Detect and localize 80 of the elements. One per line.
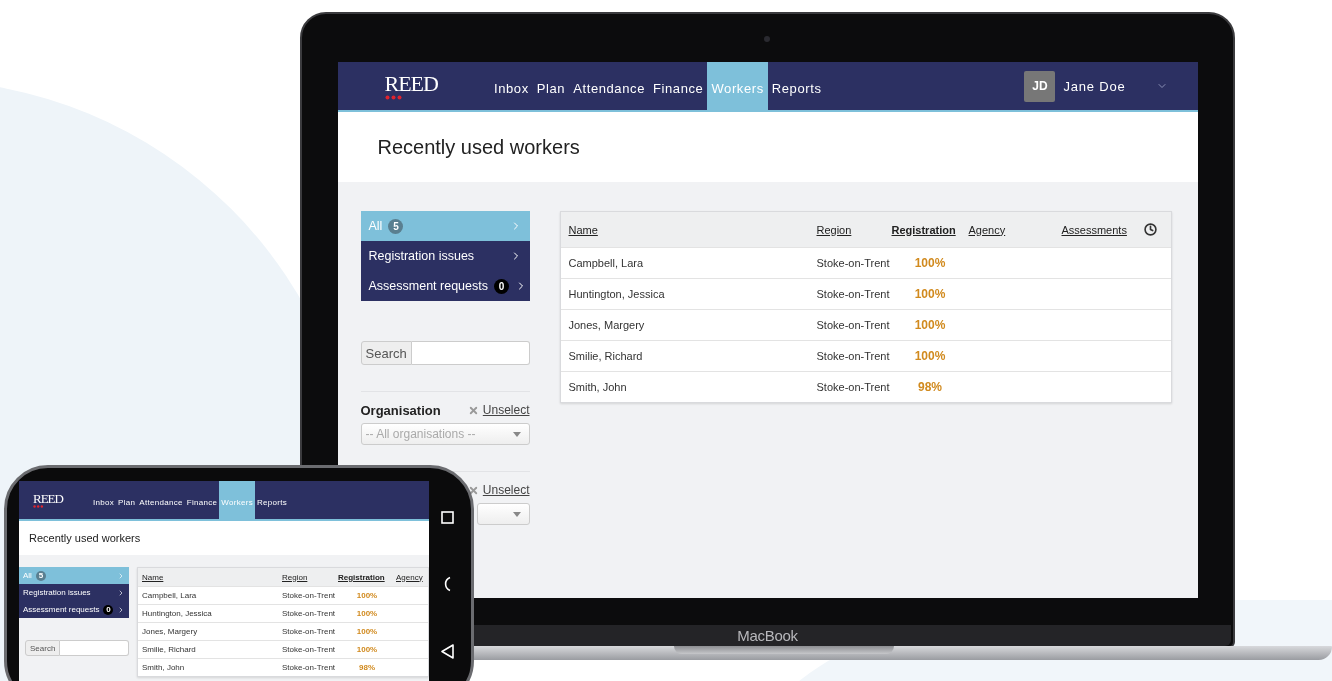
table-cell-text: Stoke-on-Trent: [816, 288, 891, 300]
registration-percentage: 100%: [914, 256, 946, 270]
nav-tab[interactable]: Finance: [184, 481, 220, 519]
column-header[interactable]: Name: [568, 223, 598, 236]
search-label: Search: [360, 341, 412, 365]
table-cell-text: Stoke-on-Trent: [816, 257, 891, 269]
nav-tab[interactable]: Reports: [255, 481, 290, 519]
table-cell-text: Stoke-on-Trent: [816, 381, 891, 393]
column-header[interactable]: Name: [142, 572, 164, 582]
laptop-brand-label: MacBook: [737, 627, 798, 644]
column-header[interactable]: Agency: [396, 572, 423, 582]
registration-percentage: 98%: [359, 663, 375, 672]
table-cell-text: Smilie, Richard: [568, 350, 644, 362]
column-header[interactable]: Registration: [891, 223, 956, 236]
count-badge: 5: [35, 570, 46, 581]
unselect-link[interactable]: Unselect: [482, 483, 530, 497]
table-cell-text: Smilie, Richard: [142, 645, 197, 654]
search-field[interactable]: [60, 640, 129, 656]
table-cell-text: Smith, John: [142, 663, 186, 672]
square-icon[interactable]: [440, 511, 454, 524]
table-cell-text: Stoke-on-Trent: [282, 663, 337, 672]
dropdown-field[interactable]: [476, 503, 530, 525]
nav-tab[interactable]: Finance: [648, 62, 708, 110]
logo: REED: [384, 72, 438, 95]
nav-tab[interactable]: Reports: [767, 62, 826, 110]
table-cell-text: Stoke-on-Trent: [282, 609, 337, 618]
nav-tab[interactable]: Attendance: [569, 62, 649, 110]
search-field[interactable]: [411, 341, 530, 365]
table-cell-text: Campbell, Lara: [142, 591, 198, 600]
filter-label: Organisation: [360, 402, 441, 418]
table-cell-text: Huntington, Jessica: [568, 288, 666, 300]
registration-percentage: 100%: [914, 349, 946, 363]
nav-tab[interactable]: Plan: [116, 481, 138, 519]
registration-percentage: 100%: [914, 318, 946, 332]
registration-percentage: 100%: [356, 645, 378, 654]
filter-item[interactable]: All 5: [360, 211, 530, 241]
logo: REED: [33, 491, 63, 505]
search-label: Search: [25, 640, 61, 656]
nav-tab[interactable]: Inbox: [90, 481, 117, 519]
nav-tab[interactable]: Plan: [532, 62, 570, 110]
table-cell-text: Jones, Margery: [142, 627, 199, 636]
caret-icon: [512, 511, 521, 517]
registration-percentage: 100%: [914, 287, 946, 301]
table-cell-text: Stoke-on-Trent: [816, 350, 891, 362]
table-cell-text: Jones, Margery: [568, 319, 646, 331]
filter-item[interactable]: All 5: [19, 567, 129, 584]
registration-percentage: 100%: [356, 591, 378, 600]
nav-tab[interactable]: Attendance: [137, 481, 185, 519]
logo-dots-icon: [384, 94, 403, 100]
table-cell-text: Stoke-on-Trent: [282, 627, 337, 636]
registration-percentage: 100%: [356, 609, 378, 618]
user-name[interactable]: Jane Doe: [1063, 78, 1126, 94]
unselect-link[interactable]: Unselect: [482, 403, 530, 417]
count-badge: 5: [388, 218, 404, 234]
close-icon[interactable]: [467, 484, 479, 496]
caret-icon: [512, 431, 521, 437]
clock-icon[interactable]: [1143, 223, 1157, 236]
arc-icon[interactable]: [442, 576, 452, 592]
camera-icon: [764, 36, 770, 42]
table-cell-text: Campbell, Lara: [568, 257, 645, 269]
column-header[interactable]: Region: [816, 223, 852, 236]
table-cell-text: Stoke-on-Trent: [282, 645, 337, 654]
count-badge: 0: [103, 604, 114, 615]
user-avatar[interactable]: JD: [1024, 70, 1056, 102]
registration-percentage: 100%: [356, 627, 378, 636]
logo-dots-icon: [33, 504, 44, 508]
table-cell-text: Huntington, Jessica: [142, 609, 213, 618]
nav-tab[interactable]: Inbox: [489, 62, 533, 110]
registration-percentage: 98%: [918, 380, 942, 394]
table-cell-text: Stoke-on-Trent: [282, 591, 337, 600]
count-badge: 0: [494, 278, 509, 294]
table-cell-text: Smith, John: [568, 381, 628, 393]
column-header[interactable]: Assessments: [1061, 223, 1127, 236]
page-title: Recently used workers: [377, 135, 580, 159]
back-icon[interactable]: [440, 644, 454, 659]
page-title: Recently used workers: [29, 532, 141, 544]
column-header[interactable]: Region: [282, 572, 308, 582]
column-header[interactable]: Agency: [968, 223, 1006, 236]
column-header[interactable]: Registration: [338, 572, 385, 582]
table-cell-text: Stoke-on-Trent: [816, 319, 891, 331]
